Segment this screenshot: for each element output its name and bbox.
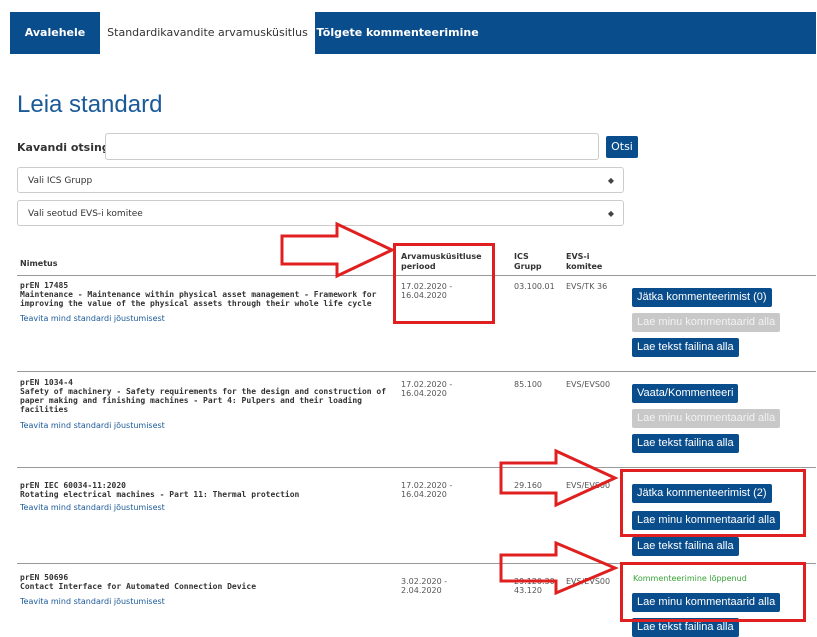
annotation-arrows — [280, 221, 619, 596]
arrow-icon — [499, 448, 619, 508]
arrow-icon — [499, 540, 619, 596]
arrow-icon — [280, 221, 396, 279]
